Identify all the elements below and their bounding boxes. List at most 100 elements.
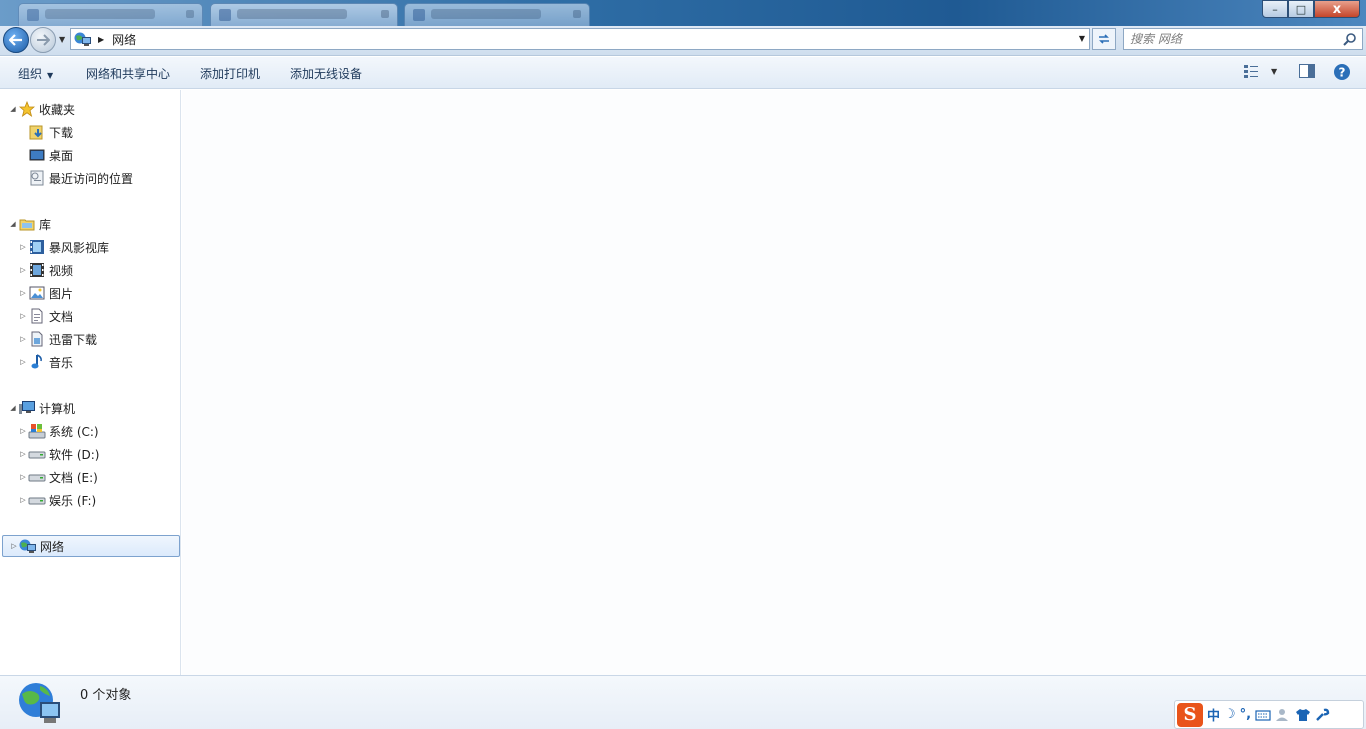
nav-item-videos[interactable]: ▷ 视频 [18, 259, 73, 281]
collapsed-arrow-icon[interactable]: ▷ [18, 358, 28, 366]
collapsed-arrow-icon[interactable]: ▷ [9, 542, 19, 550]
browser-tab-1[interactable] [18, 3, 203, 26]
nav-item-music[interactable]: ▷ 音乐 [18, 351, 73, 373]
file-list-area[interactable] [182, 90, 1366, 675]
expanded-arrow-icon[interactable]: ◢ [8, 220, 18, 228]
collapsed-arrow-icon[interactable]: ▷ [18, 243, 28, 251]
svg-text:?: ? [1339, 66, 1346, 80]
network-icon [74, 31, 92, 47]
nav-item-desktop[interactable]: 桌面 [28, 144, 73, 166]
nav-item-baofeng-library[interactable]: ▷ 暴风影视库 [18, 236, 109, 258]
punctuation-toggle[interactable]: °, [1240, 707, 1251, 722]
maximize-button[interactable]: □ [1288, 0, 1314, 18]
nav-item-label: 文档 (E:) [49, 470, 98, 485]
nav-item-drive-c[interactable]: ▷ 系统 (C:) [18, 420, 99, 442]
close-button[interactable]: x [1314, 0, 1360, 18]
keyboard-icon[interactable] [1255, 709, 1271, 721]
tab-close-icon[interactable] [573, 10, 581, 18]
forward-button[interactable] [30, 27, 56, 53]
collapsed-arrow-icon[interactable]: ▷ [18, 266, 28, 274]
recent-places-icon [28, 170, 46, 186]
organize-menu[interactable]: 组织 ▼ [18, 65, 53, 82]
breadcrumb-chevron-icon[interactable]: ▶ [98, 35, 104, 44]
collapsed-arrow-icon[interactable]: ▷ [18, 285, 28, 301]
hard-drive-icon [28, 469, 46, 485]
nav-libraries[interactable]: ◢ 库 [8, 213, 51, 235]
tab-title-blurred [431, 9, 541, 19]
moon-icon[interactable]: ☽ [1224, 707, 1236, 722]
nav-item-drive-e[interactable]: ▷ 文档 (E:) [18, 466, 98, 488]
hard-drive-icon [28, 492, 46, 508]
tab-title-blurred [45, 9, 155, 19]
network-globe-icon [16, 680, 62, 729]
nav-item-pictures[interactable]: ▷ 图片 [18, 282, 73, 304]
browser-tab-2[interactable] [210, 3, 398, 26]
organize-label: 组织 [18, 67, 43, 81]
address-bar[interactable]: ▶ 网络 ▼ [70, 28, 1090, 50]
details-pane: 0 个对象 [0, 675, 1366, 729]
film-icon [28, 262, 46, 278]
preview-pane-icon [1299, 64, 1315, 78]
collapsed-arrow-icon[interactable]: ▷ [18, 473, 28, 481]
preview-pane-button[interactable] [1298, 63, 1316, 79]
nav-libraries-label: 库 [39, 217, 52, 232]
sogou-ime-logo[interactable]: S [1177, 702, 1203, 727]
nav-item-label: 娱乐 (F:) [49, 493, 97, 508]
video-library-icon [28, 239, 46, 255]
nav-item-downloads[interactable]: 下载 [28, 121, 73, 143]
chevron-down-icon: ▼ [47, 71, 54, 80]
network-sharing-center-button[interactable]: 网络和共享中心 [86, 65, 170, 82]
add-wireless-device-button[interactable]: 添加无线设备 [290, 65, 362, 82]
user-icon[interactable] [1275, 708, 1291, 722]
collapsed-arrow-icon[interactable]: ▷ [18, 312, 28, 320]
nav-item-label: 音乐 [49, 355, 74, 370]
status-object-count: 0 个对象 [80, 688, 132, 703]
minimize-button[interactable]: – [1262, 0, 1288, 18]
nav-item-recent-places[interactable]: 最近访问的位置 [28, 167, 133, 189]
navigation-pane: ◢ 收藏夹 下载 桌面 最近访问的位置 ◢ 库 ▷ 暴风影视库 ▷ 视频 ▷ 图… [0, 90, 181, 675]
tab-close-icon[interactable] [381, 10, 389, 18]
collapsed-arrow-icon[interactable]: ▷ [18, 496, 28, 504]
nav-item-drive-f[interactable]: ▷ 娱乐 (F:) [18, 489, 96, 511]
tab-favicon [27, 9, 39, 21]
nav-favorites[interactable]: ◢ 收藏夹 [8, 98, 75, 120]
nav-item-drive-d[interactable]: ▷ 软件 (D:) [18, 443, 99, 465]
wrench-icon[interactable] [1315, 708, 1331, 722]
nav-item-label: 系统 (C:) [49, 424, 99, 439]
window-controls: – □ x [1262, 0, 1360, 18]
change-view-button[interactable]: ▼ [1243, 63, 1277, 79]
recent-pages-dropdown-icon[interactable]: ▼ [59, 35, 65, 44]
nav-computer[interactable]: ◢ 计算机 [8, 397, 75, 419]
search-icon[interactable] [1343, 32, 1357, 46]
nav-item-label: 视频 [49, 263, 74, 278]
expanded-arrow-icon[interactable]: ◢ [8, 404, 18, 412]
nav-network[interactable]: ▷ 网络 [2, 535, 180, 557]
nav-item-label: 文档 [49, 309, 74, 324]
tab-title-blurred [237, 9, 347, 19]
address-dropdown-icon[interactable]: ▼ [1079, 34, 1085, 43]
browser-tab-3[interactable] [404, 3, 590, 26]
nav-computer-label: 计算机 [39, 401, 76, 416]
downloads-folder-icon [28, 124, 46, 140]
nav-item-documents[interactable]: ▷ 文档 [18, 305, 73, 327]
collapsed-arrow-icon[interactable]: ▷ [18, 450, 28, 458]
nav-item-label: 最近访问的位置 [49, 171, 134, 186]
help-button[interactable]: ? [1333, 63, 1351, 81]
nav-item-label: 图片 [49, 286, 74, 301]
refresh-button[interactable] [1092, 28, 1116, 50]
breadcrumb-location[interactable]: 网络 [112, 31, 136, 48]
back-button[interactable] [3, 27, 29, 53]
star-icon [18, 101, 36, 117]
add-printer-button[interactable]: 添加打印机 [200, 65, 260, 82]
skin-shirt-icon[interactable] [1295, 708, 1311, 722]
nav-item-xunlei-downloads[interactable]: ▷ 迅雷下载 [18, 328, 97, 350]
nav-item-label: 暴风影视库 [49, 240, 110, 255]
ime-language-toggle[interactable]: 中 [1207, 705, 1220, 724]
search-input[interactable] [1130, 31, 1335, 47]
search-box[interactable] [1123, 28, 1363, 50]
tab-close-icon[interactable] [186, 10, 194, 18]
collapsed-arrow-icon[interactable]: ▷ [18, 335, 28, 343]
ime-toolbar: S 中 ☽ °, [1174, 700, 1364, 729]
collapsed-arrow-icon[interactable]: ▷ [18, 427, 28, 435]
expanded-arrow-icon[interactable]: ◢ [8, 105, 18, 113]
